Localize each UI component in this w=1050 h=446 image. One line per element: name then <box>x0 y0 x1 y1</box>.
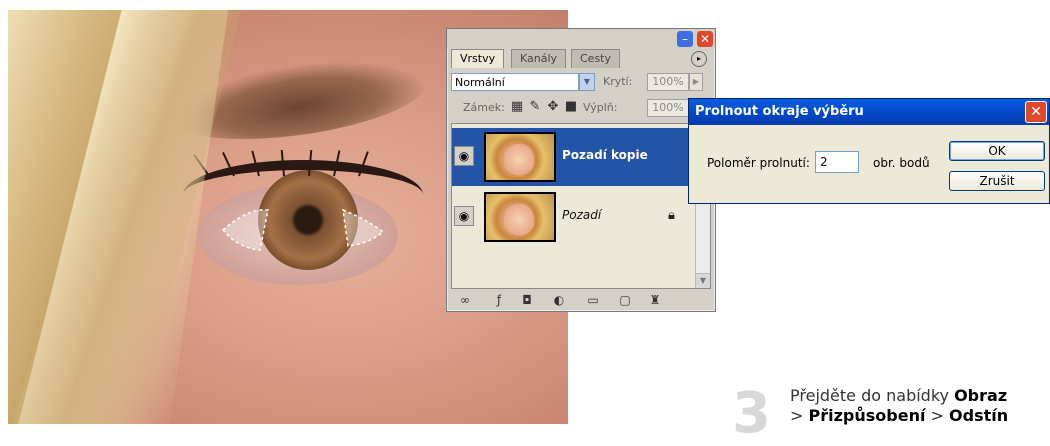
opacity-field[interactable]: 100% <box>647 73 689 91</box>
eye-icon[interactable]: ◉ <box>454 146 474 166</box>
chevron-down-icon[interactable]: ▼ <box>696 273 710 288</box>
dialog-title: Prolnout okraje výběru <box>695 104 864 119</box>
brush-icon[interactable]: ✎ <box>527 99 543 115</box>
feather-dialog: Prolnout okraje výběru ✕ Poloměr prolnut… <box>688 98 1050 204</box>
step-caption: Přejděte do nabídky Obraz > Přizpůsobení… <box>790 386 1048 426</box>
lock-transparency-icon[interactable]: ▦ <box>509 99 525 115</box>
link-icon[interactable]: ∞ <box>457 292 473 308</box>
menu-name: Obraz <box>954 386 1008 405</box>
layer-thumbnail <box>484 192 556 242</box>
radius-label: Poloměr prolnutí: <box>707 156 810 170</box>
tab-channels[interactable]: Kanály <box>511 49 567 68</box>
tab-paths[interactable]: Cesty <box>571 49 621 68</box>
layers-list: ◉ Pozadí kopie ◉ Pozadí 🔒︎ ▼ <box>451 123 711 289</box>
menu-name: Přizpůsobení <box>808 406 926 425</box>
caption-separator: > <box>790 406 809 425</box>
ok-button[interactable]: OK <box>949 141 1045 161</box>
layer-style-icon[interactable]: ƒ <box>491 292 507 308</box>
new-layer-icon[interactable]: ▢ <box>617 292 633 308</box>
caption-text: Přejděte do nabídky <box>790 386 955 405</box>
radius-input[interactable]: 2 <box>815 151 859 173</box>
fill-label: Výplň: <box>583 101 618 114</box>
chevron-right-icon[interactable]: ▶ <box>689 73 703 91</box>
panel-titlebar: – ✕ <box>447 29 715 49</box>
folder-icon[interactable]: ▭ <box>585 292 601 308</box>
opacity-label: Krytí: <box>603 75 633 88</box>
tab-layers[interactable]: Vrstvy <box>451 49 505 68</box>
eye-icon[interactable]: ◉ <box>454 206 474 226</box>
unit-label: obr. bodů <box>873 156 930 170</box>
dialog-titlebar[interactable]: Prolnout okraje výběru ✕ <box>689 99 1049 125</box>
move-icon[interactable]: ✥ <box>545 99 561 115</box>
lock-row: Zámek: ▦ ✎ ✥ ■ Výplň: 100% <box>451 97 711 119</box>
layer-name: Pozadí <box>562 208 602 222</box>
trash-icon[interactable]: ♜ <box>647 292 663 308</box>
lock-icon: 🔒︎ <box>668 208 675 223</box>
blend-row: Normální ▼ Krytí: 100% ▶ <box>451 71 711 93</box>
close-icon[interactable]: ✕ <box>1025 101 1047 123</box>
mask-icon[interactable]: ◘ <box>519 292 535 308</box>
panel-menu-icon[interactable]: ▸ <box>691 51 707 67</box>
close-icon[interactable]: ✕ <box>697 31 713 47</box>
panel-tabs: Vrstvy Kanály Cesty ▸ <box>451 49 711 68</box>
blend-mode-select[interactable]: Normální <box>451 73 579 91</box>
caption-separator: > <box>925 406 950 425</box>
chevron-down-icon[interactable]: ▼ <box>579 73 595 91</box>
layer-name: Pozadí kopie <box>562 148 648 162</box>
minimize-icon[interactable]: – <box>677 31 693 47</box>
fill-field[interactable]: 100% <box>647 99 689 117</box>
layers-panel: – ✕ Vrstvy Kanály Cesty ▸ Normální ▼ Kry… <box>446 28 716 312</box>
cancel-button[interactable]: Zrušit <box>949 171 1045 191</box>
layer-row[interactable]: ◉ Pozadí 🔒︎ <box>452 188 710 246</box>
lock-label: Zámek: <box>463 101 505 114</box>
step-number: 3 <box>732 381 771 446</box>
layers-toolbar: ∞ ƒ ◘ ◐ ▭ ▢ ♜ <box>451 291 711 309</box>
menu-name: Odstín <box>949 406 1009 425</box>
layer-thumbnail <box>484 132 556 182</box>
adjustment-layer-icon[interactable]: ◐ <box>551 292 567 308</box>
selection-marquee <box>218 200 388 260</box>
layer-row[interactable]: ◉ Pozadí kopie <box>452 128 710 186</box>
lock-icon[interactable]: ■ <box>563 99 579 115</box>
